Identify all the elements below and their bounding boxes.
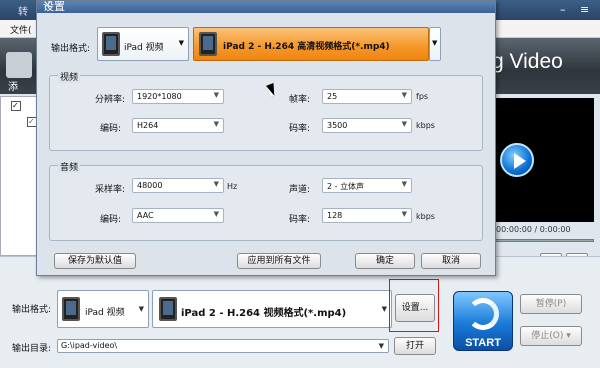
add-label: 添 [8,82,18,93]
output-format-label: 输出格式: [12,305,52,315]
video-bitrate-unit: kbps [416,121,435,130]
video-time: 00:00:00 / 0:00:00 [496,225,571,234]
apply-all-button[interactable]: 应用到所有文件 [237,253,321,269]
ipad-icon [62,297,80,321]
convert-icon [467,298,499,330]
video-bitrate-select[interactable]: 3500 ▼ [322,118,412,133]
device-select[interactable]: iPad 视频 ▼ [57,290,149,328]
banner-title: g Video [492,50,563,73]
open-button[interactable]: 打开 [394,337,436,355]
ipad-icon [159,297,177,321]
chevron-down-icon: ▼ [432,39,438,47]
highlight-box [389,279,439,332]
pause-button[interactable]: 暂停(P) [520,294,582,314]
audio-group: 音频 [49,160,483,241]
format-select-value: iPad 2 - H.264 视频格式(*.mp4) [181,308,347,319]
minimize-icon[interactable]: – [560,3,566,16]
channels-select[interactable]: 2 - 立体声 ▼ [322,178,412,193]
dialog-device-value: iPad 视频 [124,43,164,53]
chevron-down-icon: ▼ [138,305,144,313]
dialog-format-value: iPad 2 - H.264 高清视频格式(*.mp4) [223,42,390,52]
video-group-title: 视频 [58,70,81,83]
audio-codec-value: AAC [137,211,154,220]
samplerate-value: 48000 [137,181,163,190]
menu-file[interactable]: 文件( [10,23,32,36]
audio-bitrate-unit: kbps [416,212,435,221]
seek-slider[interactable] [494,239,594,242]
output-dir-label: 输出目录: [12,344,52,354]
output-dir-field[interactable]: G:\ipad-video\ ▼ [57,339,389,353]
play-icon[interactable] [500,143,534,177]
main-title: 转 [18,7,28,18]
stop-button-label: 停止(O) [531,331,564,341]
chevron-down-icon: ▼ [213,180,219,188]
chevron-down-icon: ▼ [381,305,387,313]
format-select[interactable]: iPad 2 - H.264 视频格式(*.mp4) ▼ [152,290,392,328]
resolution-select[interactable]: 1920*1080 ▼ [132,89,224,104]
audio-codec-select[interactable]: AAC ▼ [132,208,224,223]
resolution-label: 分辨率: [95,95,126,105]
video-codec-select[interactable]: H264 ▼ [132,118,224,133]
channels-value: 2 - 立体声 [327,182,365,191]
output-dir-value: G:\ipad-video\ [61,341,118,350]
start-button[interactable]: START [453,291,513,351]
dialog-titlebar: 设置 × [37,0,495,13]
stop-button[interactable]: 停止(O) ▾ [520,326,582,346]
save-default-button[interactable]: 保存为默认值 [54,253,136,269]
chevron-down-icon: ▼ [401,91,407,99]
samplerate-label: 采样率: [95,185,126,195]
restore-icon[interactable]: ≡ [580,3,589,16]
video-codec-label: 编码: [100,124,122,134]
chevron-down-icon: ▼ [213,210,219,218]
dialog-output-format-label: 输出格式: [51,44,91,54]
channels-label: 声道: [289,185,311,195]
audio-group-title: 音频 [58,160,81,173]
device-select-value: iPad 视频 [85,308,125,318]
video-codec-value: H264 [137,121,159,130]
audio-bitrate-select[interactable]: 128 ▼ [322,208,412,223]
chevron-down-icon: ▼ [213,120,219,128]
settings-dialog: 设置 × 输出格式: iPad 视频 ▼ iPad 2 - H.264 高清视频… [36,0,496,276]
chevron-down-icon: ▼ [213,91,219,99]
list-header-checkbox[interactable]: ✓ [11,101,21,111]
close-icon[interactable]: × [43,0,489,11]
dialog-format-select[interactable]: iPad 2 - H.264 高清视频格式(*.mp4) [193,27,429,61]
framerate-select[interactable]: 25 ▼ [322,89,412,104]
chevron-down-icon: ▼ [401,120,407,128]
ipad-icon [102,32,120,56]
start-label: START [465,337,501,349]
chevron-down-icon: ▼ [178,39,184,47]
cancel-button[interactable]: 取消 [421,253,481,269]
framerate-value: 25 [327,92,338,101]
audio-codec-label: 编码: [100,215,122,225]
ipad-icon [199,32,217,56]
resolution-value: 1920*1080 [137,92,182,101]
samplerate-unit: Hz [227,182,238,191]
chevron-down-icon: ▼ [401,180,407,188]
add-file-icon[interactable] [6,52,32,78]
dialog-device-select[interactable]: iPad 视频 ▼ [97,27,189,61]
video-bitrate-label: 码率: [289,124,311,134]
framerate-label: 帧率: [289,95,311,105]
chevron-down-icon: ▼ [378,342,384,350]
audio-bitrate-label: 码率: [289,215,311,225]
chevron-down-icon: ▼ [401,210,407,218]
dialog-format-dropdown[interactable]: ▼ [429,27,441,61]
framerate-unit: fps [416,92,429,101]
ok-button[interactable]: 确定 [355,253,415,269]
audio-bitrate-value: 128 [327,211,343,220]
samplerate-select[interactable]: 48000 ▼ [132,178,224,193]
video-bitrate-value: 3500 [327,121,348,130]
